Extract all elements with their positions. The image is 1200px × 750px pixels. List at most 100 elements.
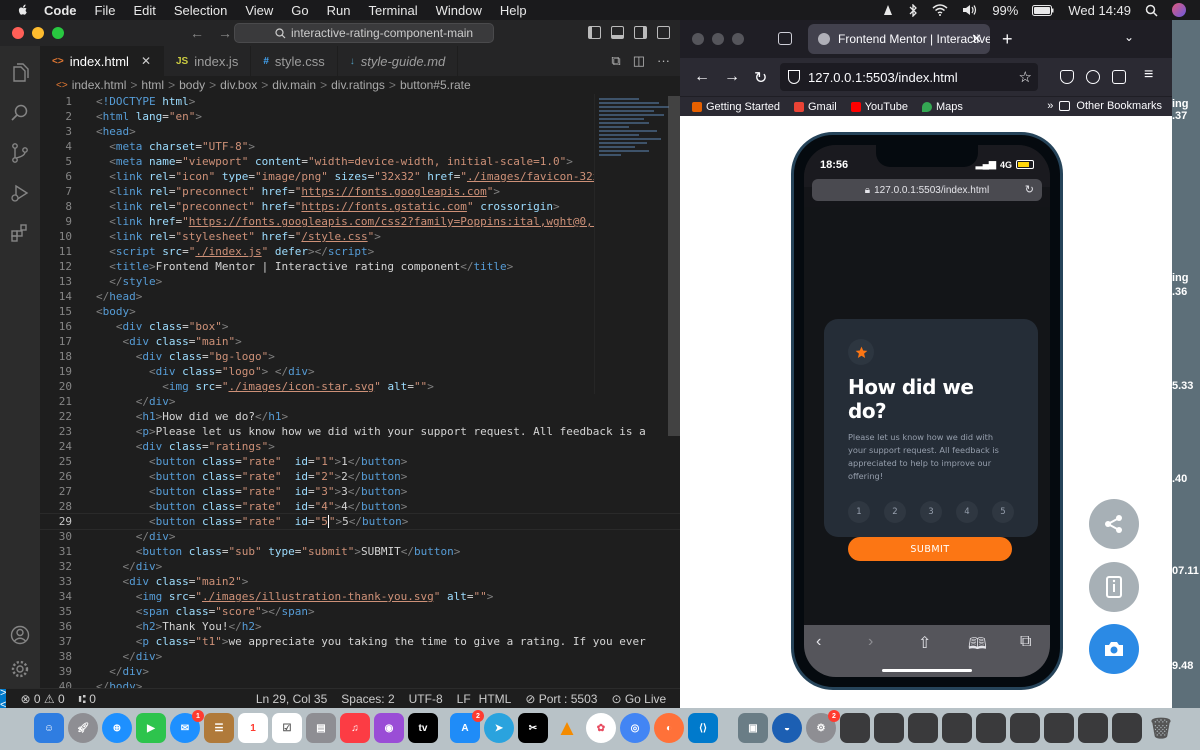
phone-back-icon[interactable]: ‹: [816, 633, 821, 651]
phone-url-bar[interactable]: 🔒︎ 127.0.0.1:5503/index.html ↻: [812, 179, 1042, 201]
indentation[interactable]: Spaces: 2: [341, 692, 394, 706]
share-fab-button[interactable]: [1089, 499, 1139, 549]
toggle-sidebar-icon[interactable]: [588, 26, 601, 39]
window-thumbnail[interactable]: [1044, 713, 1074, 743]
window-thumbnail[interactable]: [942, 713, 972, 743]
breadcrumb-item[interactable]: div.ratings: [331, 78, 385, 92]
stack-icon[interactable]: ▤: [306, 713, 336, 743]
phone-bookmarks-icon[interactable]: 🕮︎: [968, 633, 987, 660]
overflow-chevron-icon[interactable]: »: [1047, 100, 1053, 112]
menu-selection[interactable]: Selection: [174, 3, 227, 18]
remote-indicator-icon[interactable]: ><: [0, 687, 7, 711]
menu-terminal[interactable]: Terminal: [369, 3, 418, 18]
close-tab-icon[interactable]: ✕: [141, 54, 151, 68]
apple-icon[interactable]: [16, 3, 30, 17]
bookmark-getting-started[interactable]: Getting Started: [692, 101, 780, 113]
spotlight-search-icon[interactable]: [1145, 4, 1158, 17]
toggle-secondary-sidebar-icon[interactable]: [634, 26, 647, 39]
rating-button-2[interactable]: 2: [884, 501, 906, 523]
podcasts-icon[interactable]: ◉: [374, 713, 404, 743]
breadcrumb-item[interactable]: html: [141, 78, 164, 92]
url-bar[interactable]: 127.0.0.1:5503/index.html ☆: [780, 63, 1038, 91]
explorer-icon[interactable]: [9, 62, 31, 84]
customize-layout-icon[interactable]: [657, 26, 670, 39]
back-arrow-icon[interactable]: ←: [694, 68, 710, 86]
tab-style-css[interactable]: # style.css: [251, 46, 338, 76]
other-bookmarks[interactable]: » Other Bookmarks: [1047, 100, 1162, 112]
go-live-button[interactable]: ⊙ Go Live: [611, 692, 666, 706]
forward-arrow-icon[interactable]: →: [218, 25, 232, 41]
breadcrumb-item[interactable]: button#5.rate: [400, 78, 471, 92]
safari-icon[interactable]: ⊕: [102, 713, 132, 743]
launchpad-icon[interactable]: 🚀︎: [68, 713, 98, 743]
encoding[interactable]: UTF-8: [409, 692, 443, 706]
live-server-port[interactable]: ⊘ Port : 5503: [525, 692, 597, 706]
minimize-window-button[interactable]: [32, 27, 44, 39]
breadcrumb-item[interactable]: div.box: [220, 78, 257, 92]
window-thumbnail[interactable]: [976, 713, 1006, 743]
volume-icon[interactable]: [962, 4, 978, 16]
user-avatar-icon[interactable]: [1172, 3, 1186, 17]
capcut-icon[interactable]: ✂: [518, 713, 548, 743]
preview-icon[interactable]: ▣: [738, 713, 768, 743]
rating-button-3[interactable]: 3: [920, 501, 942, 523]
account-icon[interactable]: [1086, 70, 1100, 84]
window-thumbnail[interactable]: [1112, 713, 1142, 743]
menu-app-name[interactable]: Code: [44, 3, 77, 18]
hamburger-menu-icon[interactable]: ≡: [1144, 66, 1153, 84]
rating-button-4[interactable]: 4: [956, 501, 978, 523]
rating-button-1[interactable]: 1: [848, 501, 870, 523]
menu-run[interactable]: Run: [327, 3, 351, 18]
telegram-icon[interactable]: ➤: [484, 713, 514, 743]
new-tab-plus-icon[interactable]: +: [1002, 29, 1013, 50]
zoom-window-button[interactable]: [52, 27, 64, 39]
vlc-tray-icon[interactable]: [882, 4, 894, 16]
rating-button-5[interactable]: 5: [992, 501, 1014, 523]
tab-overview-icon[interactable]: [778, 32, 792, 45]
open-preview-icon[interactable]: ⧉: [611, 53, 620, 69]
phone-share-icon[interactable]: ⇧: [918, 633, 931, 653]
breadcrumb-item[interactable]: div.main: [272, 78, 316, 92]
bookmark-gmail[interactable]: Gmail: [794, 101, 837, 113]
window-thumbnail[interactable]: [874, 713, 904, 743]
accounts-icon[interactable]: [9, 624, 31, 646]
bookmark-youtube[interactable]: YouTube: [850, 101, 908, 113]
device-info-fab-button[interactable]: [1089, 562, 1139, 612]
screenshot-fab-button[interactable]: [1089, 624, 1139, 674]
shield-icon[interactable]: [788, 70, 800, 84]
wifi-icon[interactable]: [932, 4, 948, 16]
bluetooth-icon[interactable]: [908, 3, 918, 17]
source-control-icon[interactable]: [9, 142, 31, 164]
menu-edit[interactable]: Edit: [133, 3, 155, 18]
breadcrumb-item[interactable]: body: [179, 78, 205, 92]
chrome-icon[interactable]: ◎: [620, 713, 650, 743]
bookmark-maps[interactable]: Maps: [921, 101, 963, 113]
close-window-button[interactable]: [692, 33, 704, 45]
extensions-icon[interactable]: [9, 222, 31, 244]
vlc-icon[interactable]: ▲: [552, 713, 582, 743]
phone-reload-icon[interactable]: ↻: [1025, 183, 1034, 196]
manage-gear-icon[interactable]: [9, 658, 31, 680]
forward-arrow-icon[interactable]: →: [724, 68, 740, 86]
cursor-position[interactable]: Ln 29, Col 35: [256, 692, 327, 706]
zoom-window-button[interactable]: [732, 33, 744, 45]
bookmark-star-icon[interactable]: ☆: [1019, 68, 1032, 86]
tab-index-js[interactable]: JS index.js: [164, 46, 252, 76]
ports-indicator[interactable]: ⑆ 0: [79, 692, 96, 706]
battery-icon[interactable]: [1032, 4, 1054, 16]
trash-icon[interactable]: 🗑︎: [1146, 713, 1176, 743]
menu-go[interactable]: Go: [291, 3, 308, 18]
phone-forward-icon[interactable]: ›: [868, 633, 873, 651]
finder-icon[interactable]: ☺: [34, 713, 64, 743]
browser-tab-active[interactable]: Frontend Mentor | Interactive ra ✕: [808, 24, 990, 54]
close-tab-icon[interactable]: ✕: [971, 31, 982, 47]
language-mode[interactable]: HTML: [479, 692, 512, 706]
breadcrumb-item[interactable]: index.html: [72, 78, 127, 92]
window-thumbnail[interactable]: [840, 713, 870, 743]
music-icon[interactable]: ♫: [340, 713, 370, 743]
messenger-icon[interactable]: ✉ 1: [170, 710, 204, 743]
menu-help[interactable]: Help: [500, 3, 527, 18]
extensions-puzzle-icon[interactable]: [1112, 70, 1126, 84]
code-editor[interactable]: 1 <!DOCTYPE html> 2 <html lang="en"> 3 <hea…: [40, 94, 680, 688]
edge-icon[interactable]: ◒: [772, 713, 802, 743]
